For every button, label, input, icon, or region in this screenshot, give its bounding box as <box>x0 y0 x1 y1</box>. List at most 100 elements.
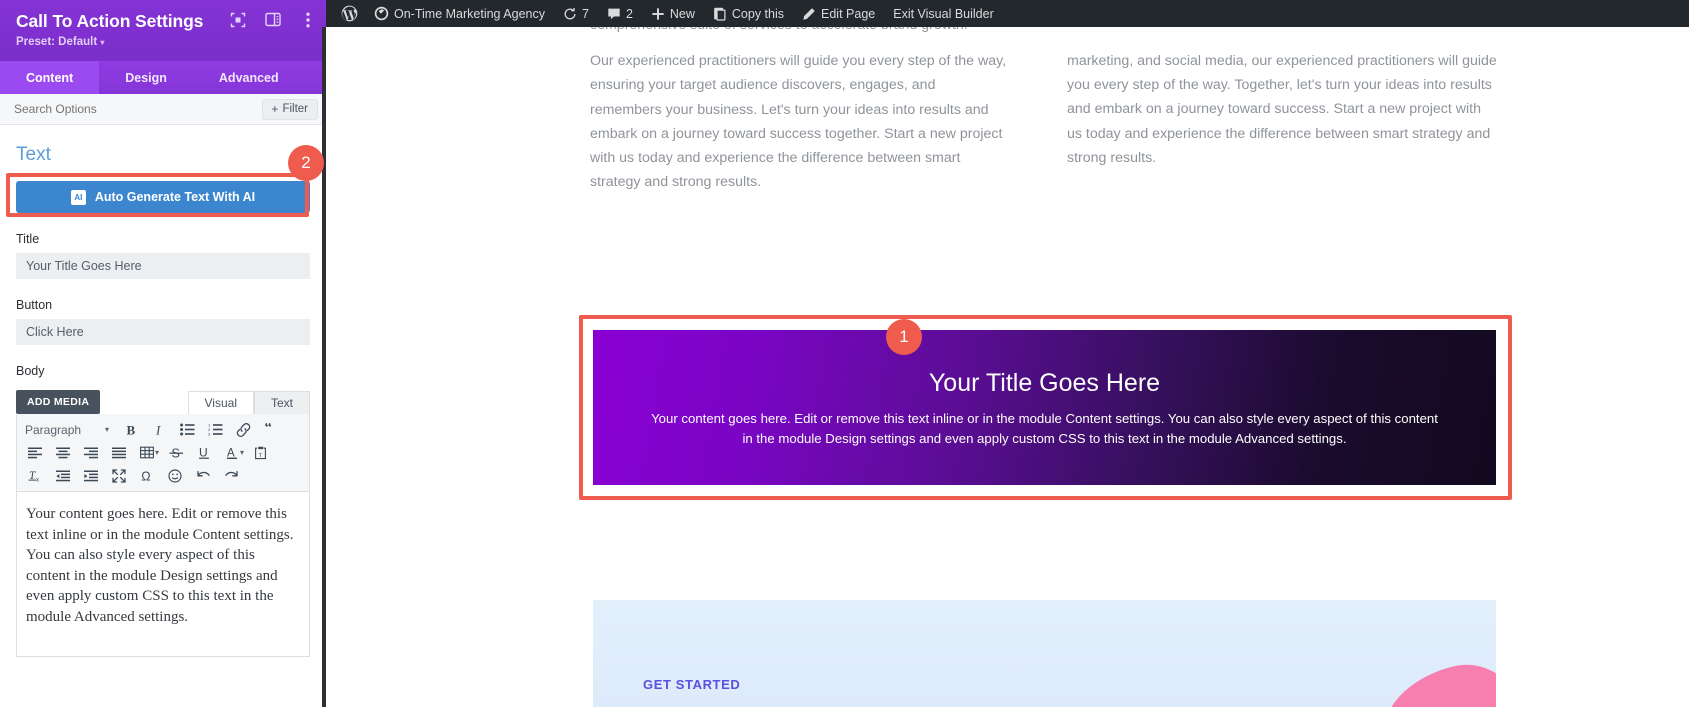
blockquote-icon[interactable]: “ <box>257 419 285 441</box>
add-media-button[interactable]: ADD MEDIA <box>16 390 101 414</box>
panel-right-divider <box>322 27 326 707</box>
focus-target-icon[interactable] <box>229 11 246 28</box>
toolbar-row-1: Paragraph ▾ B I 1 2 3 “ <box>21 418 305 441</box>
bold-icon[interactable]: B <box>117 419 145 441</box>
settings-tabs: Content Design Advanced <box>0 61 326 94</box>
tab-design[interactable]: Design <box>99 61 193 94</box>
table-chevron-down-icon[interactable]: ▾ <box>155 448 159 457</box>
call-to-action-settings-panel: Call To Action Settings Preset: Default … <box>0 0 326 707</box>
cta-body: Your content goes here. Edit or remove t… <box>651 411 1438 446</box>
svg-text:B: B <box>126 423 135 437</box>
toolbar-row-2: ▾ S U A ▾ T <box>21 441 305 464</box>
ai-badge-icon: AI <box>70 189 86 205</box>
tab-content[interactable]: Content <box>0 61 100 94</box>
annotation-badge-2: 2 <box>288 145 324 181</box>
align-justify-icon[interactable] <box>105 442 133 464</box>
undo-icon[interactable] <box>189 465 217 487</box>
paragraph-left-clipped: comprehensive suite of services to accel… <box>590 27 1010 37</box>
comments-count[interactable]: 2 <box>598 0 642 27</box>
new-content-label: New <box>669 6 695 21</box>
bulleted-list-icon[interactable] <box>173 419 201 441</box>
text-color-chevron-down-icon[interactable]: ▾ <box>240 448 244 457</box>
format-select[interactable]: Paragraph ▾ <box>21 423 117 437</box>
ai-generate-button-wrap: AI Auto Generate Text With AI <box>16 181 310 213</box>
filter-button[interactable]: + Filter <box>262 98 318 120</box>
paragraph-left-column: comprehensive suite of services to accel… <box>590 27 1010 194</box>
toolbar-row-3: T x Ω <box>21 464 305 487</box>
search-input[interactable] <box>14 102 257 116</box>
edit-page-label: Edit Page <box>821 6 876 21</box>
link-icon[interactable] <box>229 419 257 441</box>
format-select-label: Paragraph <box>25 422 82 437</box>
copy-this-label: Copy this <box>731 6 785 21</box>
title-input[interactable] <box>16 253 310 279</box>
updates-icon <box>564 7 576 19</box>
clear-formatting-icon[interactable]: T x <box>21 465 49 487</box>
paragraph-right-text: marketing, and social media, our experie… <box>1067 53 1497 166</box>
align-left-icon[interactable] <box>21 442 49 464</box>
settings-panel-header: Call To Action Settings Preset: Default … <box>0 0 326 61</box>
comments-count-label: 2 <box>625 6 633 21</box>
title-field-label: Title <box>16 232 40 246</box>
cta-title: Your Title Goes Here <box>928 369 1161 397</box>
button-field-label: Button <box>16 298 53 312</box>
paste-as-text-icon[interactable]: T <box>247 442 275 464</box>
preset-label: Preset: Default <box>16 36 98 48</box>
copy-this[interactable]: Copy this <box>704 0 793 27</box>
wordpress-admin-bar: On-Time Marketing Agency 7 2 New Copy th… <box>326 0 1689 27</box>
pencil-icon <box>803 7 815 20</box>
site-name-label: On-Time Marketing Agency <box>394 6 545 21</box>
svg-text:U: U <box>199 446 208 460</box>
align-right-icon[interactable] <box>77 442 105 464</box>
svg-text:I: I <box>155 423 161 437</box>
plus-icon <box>652 7 664 20</box>
tab-visual[interactable]: Visual <box>187 391 254 414</box>
pink-swoosh-decoration <box>1371 652 1496 707</box>
updates-count[interactable]: 7 <box>554 0 598 27</box>
exit-visual-builder[interactable]: Exit Visual Builder <box>884 0 1003 27</box>
outdent-icon[interactable] <box>49 465 77 487</box>
svg-text:x: x <box>36 477 39 483</box>
new-content[interactable]: New <box>642 0 704 27</box>
annotation-badge-1: 1 <box>886 319 922 355</box>
align-center-icon[interactable] <box>49 442 77 464</box>
wordpress-logo-icon[interactable] <box>334 0 365 27</box>
italic-icon[interactable]: I <box>145 419 173 441</box>
section-title-text: Text <box>16 144 51 165</box>
dashboard-icon <box>374 6 389 21</box>
numbered-list-icon[interactable]: 1 2 3 <box>201 419 229 441</box>
filter-button-label: Filter <box>282 102 308 115</box>
tab-text[interactable]: Text <box>253 391 310 414</box>
more-options-icon[interactable] <box>299 11 316 28</box>
fullscreen-icon[interactable] <box>105 465 133 487</box>
body-editor-content[interactable]: Your content goes here. Edit or remove t… <box>16 492 310 657</box>
tab-advanced[interactable]: Advanced <box>193 61 305 94</box>
svg-text:“: “ <box>264 423 272 436</box>
redo-icon[interactable] <box>217 465 245 487</box>
search-options-row: + Filter <box>0 94 326 125</box>
emoji-icon[interactable] <box>161 465 189 487</box>
ai-generate-button[interactable]: AI Auto Generate Text With AI <box>16 181 310 213</box>
panel-header-icons <box>229 11 316 28</box>
editor-top-row: ADD MEDIA Visual Text <box>16 388 310 414</box>
screen: Call To Action Settings Preset: Default … <box>0 0 1689 707</box>
underline-icon[interactable]: U <box>190 442 218 464</box>
page-canvas: comprehensive suite of services to accel… <box>330 27 1689 707</box>
button-input[interactable] <box>16 319 310 345</box>
exit-visual-builder-label: Exit Visual Builder <box>893 6 994 21</box>
get-started-eyebrow: GET STARTED <box>643 677 741 692</box>
preset-caret-icon: ▾ <box>100 38 105 47</box>
special-character-icon[interactable]: Ω <box>133 465 161 487</box>
call-to-action-module[interactable]: Your Title Goes Here Your content goes h… <box>593 330 1496 485</box>
indent-icon[interactable] <box>77 465 105 487</box>
strikethrough-icon[interactable]: S <box>162 442 190 464</box>
edit-page[interactable]: Edit Page <box>793 0 884 27</box>
panel-layout-icon[interactable] <box>264 11 281 28</box>
editor-mode-tabs: Visual Text <box>187 391 310 414</box>
chevron-down-icon: ▾ <box>104 425 109 434</box>
site-name[interactable]: On-Time Marketing Agency <box>365 0 554 27</box>
comment-icon <box>608 8 620 19</box>
panel-preset[interactable]: Preset: Default ▾ <box>16 35 312 50</box>
get-started-section: GET STARTED <box>593 600 1496 707</box>
settings-panel-body: Text AI Auto Generate Text With AI Title… <box>0 125 326 707</box>
